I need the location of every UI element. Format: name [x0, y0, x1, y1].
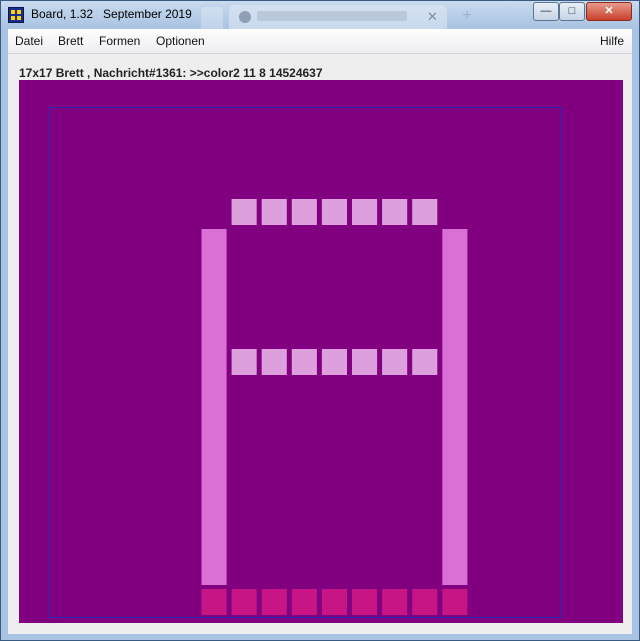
title-bar[interactable]: Board, 1.32 September 2019 ✕ + — □ ✕: [1, 1, 639, 29]
top-row-cell[interactable]: [412, 199, 438, 225]
middle-row-cell[interactable]: [261, 349, 287, 375]
menu-formen[interactable]: Formen: [99, 34, 140, 48]
middle-row-cell[interactable]: [291, 349, 317, 375]
middle-row-cell[interactable]: [412, 349, 438, 375]
middle-row-cell[interactable]: [321, 349, 347, 375]
menu-optionen[interactable]: Optionen: [156, 34, 205, 48]
menu-brett[interactable]: Brett: [58, 34, 83, 48]
bottom-row-cell[interactable]: [352, 589, 378, 615]
top-row-cell[interactable]: [291, 199, 317, 225]
bottom-row-cell[interactable]: [412, 589, 438, 615]
status-message: 17x17 Brett , Nachricht#1361: >>color2 1…: [19, 66, 323, 80]
bottom-row-cell[interactable]: [382, 589, 408, 615]
minimize-button[interactable]: —: [533, 2, 559, 21]
top-row-cell[interactable]: [231, 199, 257, 225]
middle-row-cell[interactable]: [382, 349, 408, 375]
tab-label-blurred: [257, 11, 407, 21]
top-row-cell[interactable]: [321, 199, 347, 225]
top-row-cell[interactable]: [261, 199, 287, 225]
board-svg[interactable]: [19, 80, 623, 623]
left-bar[interactable]: [201, 229, 227, 585]
bottom-row-cell[interactable]: [291, 589, 317, 615]
window-title: Board, 1.32 September 2019: [31, 7, 192, 21]
bottom-row-cell[interactable]: [201, 589, 227, 615]
bottom-row-cell[interactable]: [442, 589, 468, 615]
browser-tab-stub[interactable]: [201, 7, 223, 29]
board-canvas[interactable]: [19, 80, 623, 623]
client-area: Datei Brett Formen Optionen Hilfe 17x17 …: [8, 29, 632, 634]
maximize-button[interactable]: □: [559, 2, 585, 21]
background-browser-tab[interactable]: ✕: [229, 5, 447, 29]
new-tab-icon[interactable]: +: [457, 7, 477, 25]
bottom-row-cell[interactable]: [231, 589, 257, 615]
middle-row-cell[interactable]: [352, 349, 378, 375]
tab-favicon-icon: [239, 11, 251, 23]
top-row-cell[interactable]: [352, 199, 378, 225]
application-window: Board, 1.32 September 2019 ✕ + — □ ✕ Dat…: [0, 0, 640, 641]
menu-hilfe[interactable]: Hilfe: [600, 34, 624, 48]
menu-datei[interactable]: Datei: [15, 34, 43, 48]
menu-bar: Datei Brett Formen Optionen Hilfe: [8, 29, 632, 54]
board-background: [19, 80, 623, 623]
tab-close-icon[interactable]: ✕: [427, 9, 438, 25]
right-bar[interactable]: [442, 229, 468, 585]
bottom-row-cell[interactable]: [261, 589, 287, 615]
board-app-icon: [8, 7, 24, 23]
top-row-cell[interactable]: [382, 199, 408, 225]
bottom-row-cell[interactable]: [321, 589, 347, 615]
middle-row-cell[interactable]: [231, 349, 257, 375]
close-button[interactable]: ✕: [586, 2, 632, 21]
